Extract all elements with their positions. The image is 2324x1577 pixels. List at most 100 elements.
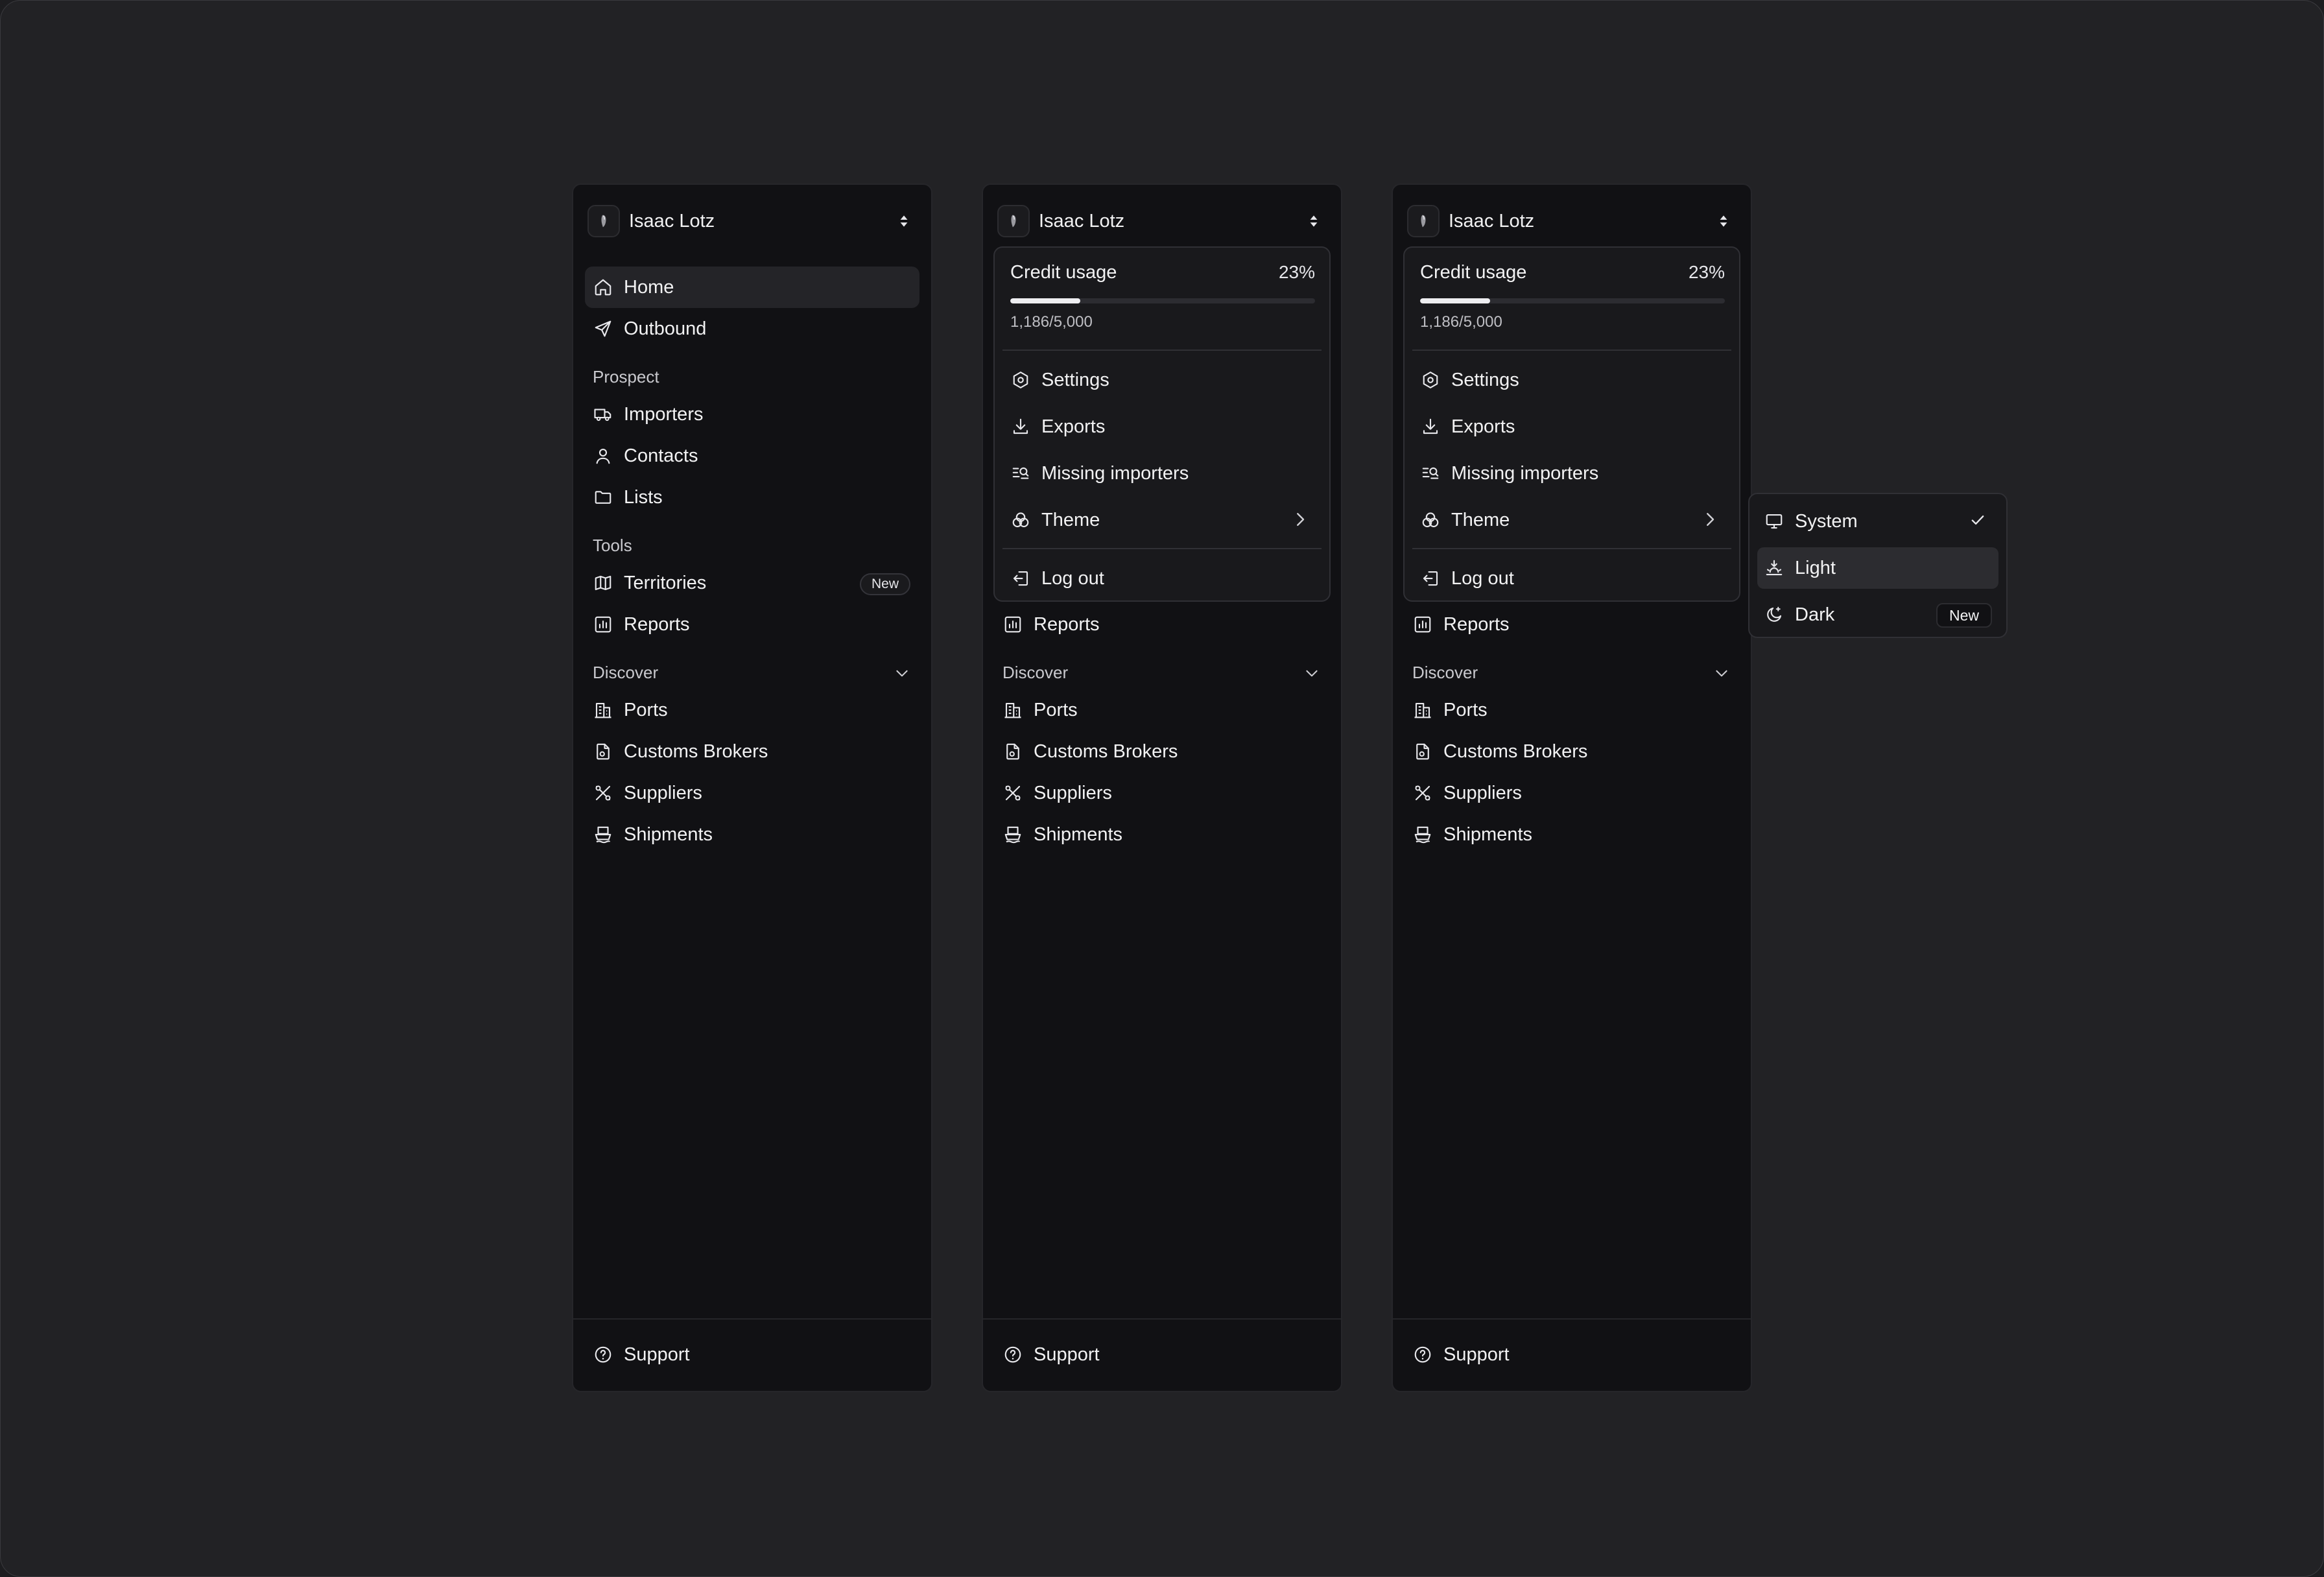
tools-icon — [1412, 783, 1433, 803]
sidebar-item-contacts[interactable]: Contacts — [585, 435, 919, 477]
menu-item-settings[interactable]: Settings — [1002, 359, 1322, 401]
credit-usage-percent: 23% — [1688, 262, 1725, 282]
sidebar-item-customs-brokers[interactable]: Customs Brokers — [1405, 731, 1739, 772]
list-search-icon — [1420, 463, 1441, 484]
sidebar-item-ports[interactable]: Ports — [585, 689, 919, 731]
download-icon — [1420, 416, 1441, 437]
sidebar-item-label: Shipments — [1443, 824, 1533, 845]
sidebar-item-ports[interactable]: Ports — [995, 689, 1329, 731]
sidebar-item-suppliers[interactable]: Suppliers — [995, 772, 1329, 814]
sidebar-item-reports[interactable]: Reports — [585, 604, 919, 645]
sidebar-item-customs-brokers[interactable]: Customs Brokers — [585, 731, 919, 772]
menu-item-theme[interactable]: Theme — [1412, 499, 1731, 541]
sidebar-item-label: Customs Brokers — [624, 741, 768, 762]
section-discover[interactable]: Discover — [995, 645, 1329, 689]
theme-option-dark[interactable]: Dark New — [1757, 594, 1998, 635]
chevron-down-icon — [1713, 665, 1730, 682]
sidebar-item-ports[interactable]: Ports — [1405, 689, 1739, 731]
sidebar-item-suppliers[interactable]: Suppliers — [585, 772, 919, 814]
new-badge: New — [1936, 603, 1992, 628]
sidebar-item-label: Suppliers — [1034, 782, 1112, 803]
ship-icon — [1412, 824, 1433, 845]
sidebar-item-suppliers[interactable]: Suppliers — [1405, 772, 1739, 814]
sidebar-footer: Support — [1393, 1318, 1751, 1391]
divider — [1002, 548, 1322, 549]
sidebar-item-label: Ports — [624, 699, 668, 720]
account-menu: Credit usage 23% 1,186/5,000 Settings Ex… — [993, 246, 1331, 602]
menu-item-theme[interactable]: Theme — [1002, 499, 1322, 541]
section-discover[interactable]: Discover — [1405, 645, 1739, 689]
sidebar-item-label: Contacts — [624, 445, 698, 466]
sidebar-item-label: Reports — [624, 613, 690, 635]
home-icon — [593, 277, 613, 298]
sidebar-item-label: Ports — [1443, 699, 1488, 720]
gear-icon — [1010, 370, 1031, 390]
menu-item-label: Settings — [1041, 369, 1109, 390]
ship-icon — [1002, 824, 1023, 845]
account-switcher[interactable]: Isaac Lotz — [997, 203, 1327, 239]
credit-usage-bar-fill — [1420, 298, 1491, 303]
section-discover[interactable]: Discover — [585, 645, 919, 689]
tools-icon — [593, 783, 613, 803]
sidebar-item-customs-brokers[interactable]: Customs Brokers — [995, 731, 1329, 772]
sidebar-item-support[interactable]: Support — [995, 1334, 1329, 1375]
download-icon — [1010, 416, 1031, 437]
help-icon — [1002, 1344, 1023, 1365]
file-icon — [1412, 741, 1433, 762]
menu-item-exports[interactable]: Exports — [1412, 406, 1731, 447]
menu-item-label: Missing importers — [1041, 462, 1189, 484]
menu-item-missing-importers[interactable]: Missing importers — [1412, 453, 1731, 494]
theme-submenu: System Light Dark New — [1748, 493, 2008, 638]
sidebar-item-label: Importers — [624, 403, 704, 425]
help-icon — [1412, 1344, 1433, 1365]
menu-item-settings[interactable]: Settings — [1412, 359, 1731, 401]
sidebar-item-label: Suppliers — [624, 782, 702, 803]
sidebar-item-label: Customs Brokers — [1034, 741, 1178, 762]
theme-option-system[interactable]: System — [1757, 501, 1998, 542]
new-badge: New — [859, 573, 910, 595]
sidebar-item-label: Lists — [624, 486, 663, 508]
menu-item-logout[interactable]: Log out — [1002, 558, 1322, 599]
sidebar-item-support[interactable]: Support — [1405, 1334, 1739, 1375]
section-label: Discover — [1002, 663, 1069, 682]
sidebar-item-label: Outbound — [624, 318, 707, 339]
section-label: Discover — [593, 663, 659, 682]
sidebar-nav: Home Outbound Prospect Importers Contact… — [585, 267, 919, 855]
section-prospect: Prospect — [593, 367, 659, 386]
credit-usage-count: 1,186/5,000 — [1420, 313, 1502, 331]
sidebar-item-shipments[interactable]: Shipments — [585, 814, 919, 855]
chart-icon — [593, 614, 613, 635]
chart-icon — [1002, 614, 1023, 635]
sidebar-item-reports[interactable]: Reports — [1405, 604, 1739, 645]
sidebar-item-home[interactable]: Home — [585, 267, 919, 308]
list-search-icon — [1010, 463, 1031, 484]
menu-item-missing-importers[interactable]: Missing importers — [1002, 453, 1322, 494]
avatar — [1407, 205, 1440, 237]
credit-usage-title: Credit usage — [1010, 262, 1117, 283]
menu-item-exports[interactable]: Exports — [1002, 406, 1322, 447]
account-switcher[interactable]: Isaac Lotz — [1407, 203, 1737, 239]
sidebar-item-territories[interactable]: Territories New — [585, 562, 919, 604]
chevron-updown-icon — [1711, 208, 1737, 234]
menu-item-logout[interactable]: Log out — [1412, 558, 1731, 599]
sidebar-item-support[interactable]: Support — [585, 1334, 919, 1375]
sidebar-item-shipments[interactable]: Shipments — [1405, 814, 1739, 855]
sidebar-item-lists[interactable]: Lists — [585, 477, 919, 518]
folder-icon — [593, 487, 613, 508]
palette-icon — [1010, 510, 1031, 530]
building-icon — [1412, 700, 1433, 720]
sidebar-item-outbound[interactable]: Outbound — [585, 308, 919, 350]
tools-icon — [1002, 783, 1023, 803]
sidebar-footer: Support — [983, 1318, 1341, 1391]
credit-usage-title: Credit usage — [1420, 262, 1527, 283]
check-icon — [1969, 511, 1987, 529]
sidebar-item-reports[interactable]: Reports — [995, 604, 1329, 645]
menu-item-label: Theme — [1041, 509, 1100, 530]
theme-option-light[interactable]: Light — [1757, 547, 1998, 589]
theme-option-label: Light — [1795, 557, 1836, 578]
sidebar-item-label: Support — [624, 1344, 690, 1365]
section-tools: Tools — [593, 536, 632, 555]
sidebar-item-shipments[interactable]: Shipments — [995, 814, 1329, 855]
sidebar-item-importers[interactable]: Importers — [585, 394, 919, 435]
account-switcher[interactable]: Isaac Lotz — [587, 203, 917, 239]
